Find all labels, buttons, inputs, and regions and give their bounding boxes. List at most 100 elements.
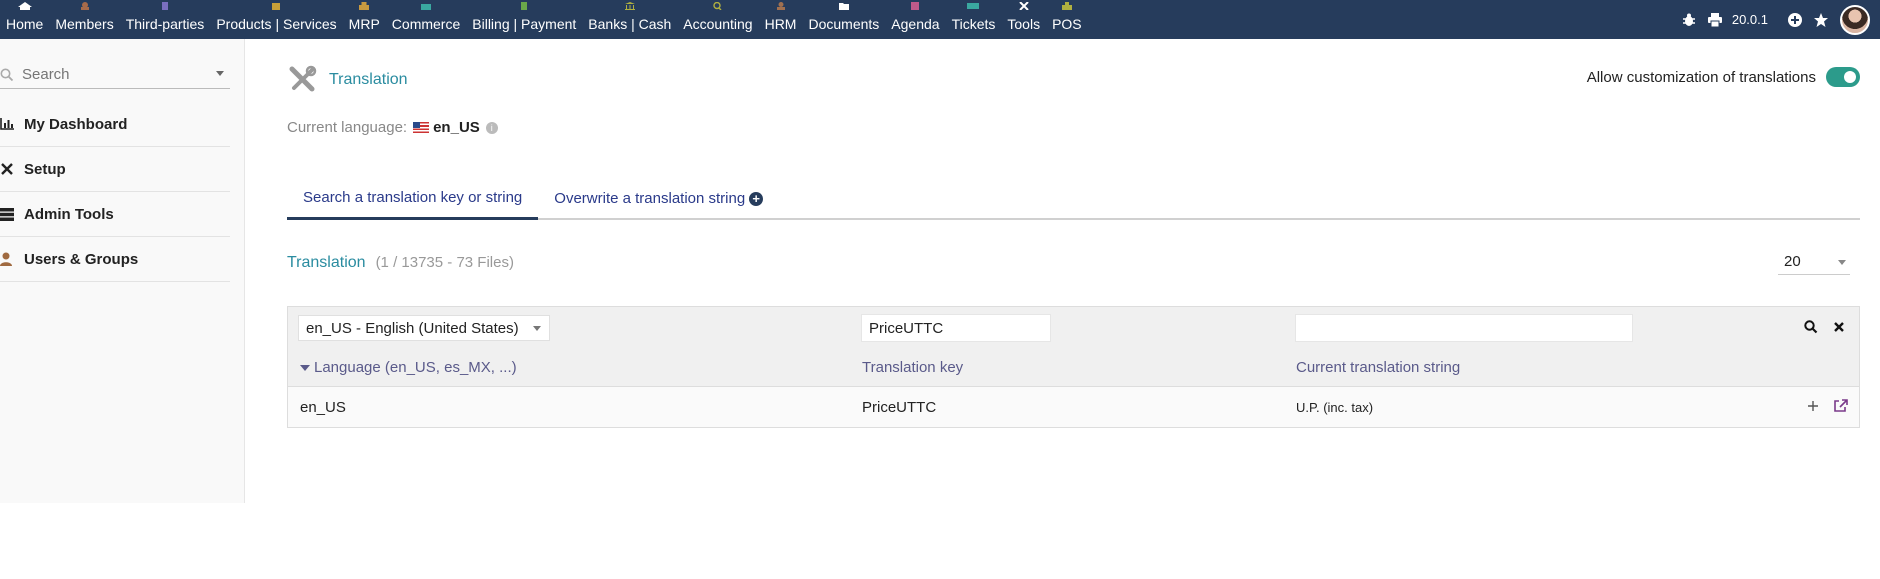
current-language-code: en_US: [433, 119, 480, 136]
page-title: Translation: [329, 71, 408, 88]
sidebar-item-label: My Dashboard: [24, 115, 128, 133]
translation-table: en_US - English (United States) Language…: [287, 306, 1860, 428]
box-icon: [272, 3, 281, 10]
menu-tools[interactable]: Tools: [1001, 0, 1046, 39]
sidebar-search[interactable]: [0, 61, 230, 89]
menu-commerce[interactable]: Commerce: [386, 0, 466, 39]
tab-overwrite-translation[interactable]: Overwrite a translation string +: [538, 177, 779, 220]
sidebar-item-label: Users & Groups: [24, 250, 139, 268]
menu-pos[interactable]: POS: [1046, 0, 1088, 39]
sidebar-item-users-groups[interactable]: Users & Groups: [0, 237, 230, 282]
chevron-down-icon[interactable]: [216, 71, 224, 76]
menu-label: Billing | Payment: [472, 16, 577, 32]
close-icon[interactable]: [1831, 319, 1847, 335]
search-dollar-icon: [713, 2, 722, 10]
chart-bar-icon: [0, 118, 16, 130]
allow-customization-toggle[interactable]: [1826, 67, 1860, 87]
sidebar-item-label: Setup: [24, 160, 66, 178]
menu-billing[interactable]: Billing | Payment: [466, 0, 582, 39]
filter-actions: [1803, 319, 1847, 335]
column-header-language[interactable]: Language (en_US, es_MX, ...): [300, 359, 517, 376]
home-icon: [17, 2, 32, 10]
menu-products[interactable]: Products | Services: [210, 0, 342, 39]
print-icon[interactable]: [1702, 7, 1728, 33]
ticket-icon: [967, 3, 980, 9]
star-icon[interactable]: [1808, 7, 1834, 33]
menu-accounting[interactable]: Accounting: [677, 0, 758, 39]
cash-register-icon: [1061, 2, 1072, 10]
sidebar-search-input[interactable]: [14, 65, 194, 84]
menu-banks[interactable]: Banks | Cash: [582, 0, 677, 39]
menu-mrp[interactable]: MRP: [343, 0, 386, 39]
allow-customization-label: Allow customization of translations: [1586, 68, 1816, 86]
left-sidebar: My Dashboard Setup Admin Tools Users & G…: [0, 39, 245, 503]
translation-filter-input[interactable]: [1295, 314, 1633, 342]
key-filter-input[interactable]: [861, 314, 1051, 342]
top-right-tools: 20.0.1: [1676, 0, 1880, 39]
section-header: Translation (1 / 13735 - 73 Files): [287, 254, 514, 272]
menu-label: MRP: [348, 16, 380, 32]
menu-label: Tickets: [951, 16, 996, 32]
sidebar-item-admin-tools[interactable]: Admin Tools: [0, 192, 230, 237]
server-icon: [0, 207, 16, 221]
language-filter-select[interactable]: en_US - English (United States): [298, 315, 550, 341]
row-actions: [1805, 398, 1849, 414]
menu-label: Products | Services: [216, 16, 337, 32]
tab-label: Search a translation key or string: [303, 188, 523, 206]
us-flag-icon: [413, 122, 430, 133]
top-menu: Home Members Third-parties Products | Se…: [0, 0, 1880, 39]
sidebar-menu: My Dashboard Setup Admin Tools Users & G…: [0, 102, 230, 282]
page-size-select[interactable]: 20: [1778, 249, 1850, 275]
plus-circle-icon: +: [749, 191, 764, 206]
user-tie-icon: [776, 2, 785, 10]
menu-label: Documents: [808, 16, 880, 32]
sidebar-item-setup[interactable]: Setup: [0, 147, 230, 192]
menu-label: POS: [1052, 16, 1082, 32]
cell-translation: U.P. (inc. tax): [1296, 400, 1374, 415]
menu-documents[interactable]: Documents: [802, 0, 885, 39]
page-size-value: 20: [1784, 253, 1801, 270]
table-header: Language (en_US, es_MX, ...) Translation…: [288, 347, 1859, 387]
invoice-icon: [521, 2, 528, 10]
add-icon[interactable]: [1805, 398, 1821, 414]
version-label: 20.0.1: [1731, 12, 1768, 27]
menu-agenda[interactable]: Agenda: [885, 0, 945, 39]
search-icon[interactable]: [1803, 319, 1819, 335]
menu-tickets[interactable]: Tickets: [946, 0, 1002, 39]
building-icon: [162, 2, 169, 10]
calendar-icon: [911, 2, 920, 10]
tab-search-translation[interactable]: Search a translation key or string: [287, 177, 539, 220]
menu-home[interactable]: Home: [0, 0, 49, 39]
page-header: Translation: [287, 65, 408, 95]
menu-members[interactable]: Members: [49, 0, 119, 39]
bank-icon: [624, 2, 635, 10]
tab-label: Overwrite a translation string: [554, 190, 746, 207]
menu-label: Home: [6, 16, 44, 32]
column-header-label: Language (en_US, es_MX, ...): [314, 359, 517, 376]
cubes-icon: [359, 2, 370, 10]
bug-icon[interactable]: [1676, 7, 1702, 33]
current-language: Current language: en_US i: [287, 119, 498, 136]
menu-label: Accounting: [683, 16, 753, 32]
tab-bar: Search a translation key or string Overw…: [287, 177, 1860, 220]
menu-label: Agenda: [891, 16, 940, 32]
current-language-label: Current language:: [287, 119, 408, 136]
tools-icon: [1019, 2, 1029, 10]
chevron-down-icon: [533, 326, 541, 331]
section-title: Translation: [287, 254, 366, 271]
user-avatar[interactable]: [1840, 4, 1870, 35]
cell-key: PriceUTTC: [862, 399, 937, 416]
menu-label: Banks | Cash: [588, 16, 672, 32]
external-link-icon[interactable]: [1833, 398, 1849, 414]
filter-row: en_US - English (United States): [288, 307, 1859, 347]
plus-circle-icon[interactable]: [1782, 7, 1808, 33]
menu-label: Third-parties: [125, 16, 205, 32]
column-header-translation[interactable]: Current translation string: [1296, 359, 1460, 376]
menu-hrm[interactable]: HRM: [759, 0, 803, 39]
search-icon: [0, 68, 14, 81]
menu-third-parties[interactable]: Third-parties: [120, 0, 211, 39]
column-header-key[interactable]: Translation key: [862, 359, 963, 376]
info-icon[interactable]: i: [485, 121, 498, 134]
table-row: en_US PriceUTTC U.P. (inc. tax): [288, 387, 1859, 427]
sidebar-item-dashboard[interactable]: My Dashboard: [0, 102, 230, 147]
